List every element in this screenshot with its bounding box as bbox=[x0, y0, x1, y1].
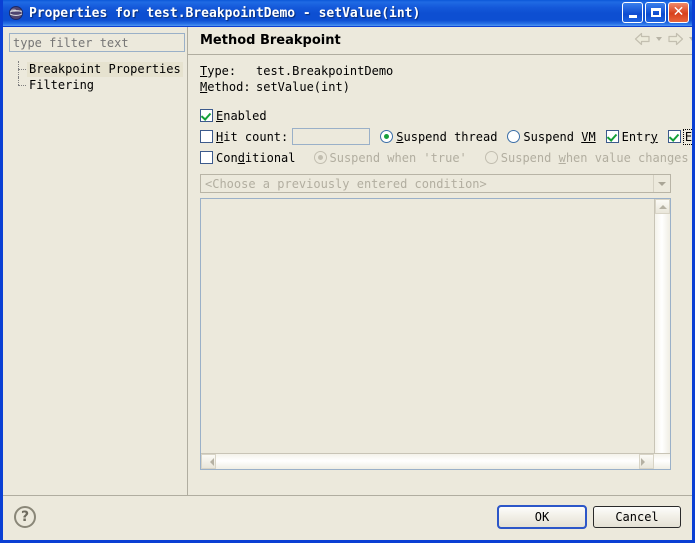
navigation-panel: Breakpoint Properties Filtering bbox=[3, 27, 188, 495]
page-body: Type: test.BreakpointDemo Method: setVal… bbox=[188, 55, 692, 470]
tree-item-filtering[interactable]: Filtering bbox=[9, 77, 182, 93]
conditional-row: Conditional Suspend when 'true' Suspend … bbox=[200, 147, 692, 168]
close-icon: ✕ bbox=[672, 4, 685, 20]
entry-checkbox[interactable] bbox=[605, 130, 619, 143]
forward-arrow-icon[interactable] bbox=[667, 32, 684, 46]
exit-checkbox[interactable] bbox=[667, 130, 681, 143]
condition-combo-value: <Choose a previously entered condition> bbox=[205, 176, 487, 191]
conditional-label: Conditional bbox=[216, 150, 296, 165]
enabled-checkbox[interactable] bbox=[200, 109, 213, 122]
dialog-footer: ? OK Cancel bbox=[3, 495, 692, 538]
suspend-when-true-label: Suspend when 'true' bbox=[329, 150, 467, 165]
footer-buttons: OK Cancel bbox=[497, 505, 681, 529]
conditional-checkbox[interactable] bbox=[200, 151, 213, 164]
scroll-left-icon[interactable] bbox=[201, 454, 216, 469]
close-button[interactable]: ✕ bbox=[668, 2, 689, 23]
minimize-icon bbox=[628, 14, 637, 18]
condition-editor[interactable] bbox=[200, 198, 671, 470]
tree-line bbox=[18, 69, 26, 71]
hit-count-row: Hit count: Suspend thread Suspend VM Ent… bbox=[200, 126, 692, 147]
suspend-thread-label: Suspend thread bbox=[396, 129, 498, 144]
minimize-button[interactable] bbox=[622, 2, 643, 23]
cancel-button[interactable]: Cancel bbox=[593, 506, 681, 528]
enabled-row: Enabled bbox=[200, 105, 692, 126]
suspend-vm-radio[interactable] bbox=[507, 130, 521, 143]
type-row: Type: test.BreakpointDemo bbox=[200, 64, 692, 80]
ok-button[interactable]: OK bbox=[497, 505, 587, 529]
settings-tree: Breakpoint Properties Filtering bbox=[9, 61, 183, 93]
dialog-content: Breakpoint Properties Filtering Method B… bbox=[3, 27, 692, 495]
tree-item-breakpoint-properties[interactable]: Breakpoint Properties bbox=[9, 61, 183, 77]
enabled-label: Enabled bbox=[216, 108, 267, 123]
page-nav-icons bbox=[634, 32, 692, 46]
tree-item-label: Filtering bbox=[29, 77, 95, 92]
entry-label: Entry bbox=[621, 129, 658, 144]
hit-count-checkbox[interactable] bbox=[200, 130, 213, 143]
help-icon[interactable]: ? bbox=[14, 506, 36, 528]
page-title: Method Breakpoint bbox=[200, 33, 341, 48]
suspend-when-value-changes-radio bbox=[484, 151, 498, 164]
settings-page: Method Breakpoint Type: test.BreakpointD… bbox=[188, 27, 692, 495]
hit-count-input[interactable] bbox=[292, 128, 371, 145]
hit-count-label: Hit count: bbox=[216, 129, 289, 144]
method-value: setValue(int) bbox=[256, 80, 350, 94]
back-arrow-icon[interactable] bbox=[634, 32, 651, 46]
scroll-up-icon[interactable] bbox=[655, 199, 670, 214]
scroll-right-icon[interactable] bbox=[639, 454, 654, 469]
tree-line bbox=[18, 85, 26, 87]
exit-label: Exit bbox=[682, 128, 692, 145]
method-label: Method: bbox=[200, 80, 251, 94]
properties-dialog: Properties for test.BreakpointDemo - set… bbox=[0, 0, 695, 543]
page-header: Method Breakpoint bbox=[188, 27, 692, 55]
tree-line bbox=[18, 77, 20, 85]
suspend-when-value-changes-label: Suspend when value changes bbox=[500, 150, 689, 165]
chevron-down-icon[interactable] bbox=[653, 175, 670, 192]
condition-combo[interactable]: <Choose a previously entered condition> bbox=[200, 174, 671, 193]
type-value: test.BreakpointDemo bbox=[256, 64, 394, 78]
back-dropdown-icon[interactable] bbox=[655, 37, 662, 41]
horizontal-scrollbar[interactable] bbox=[201, 453, 670, 469]
suspend-vm-label: Suspend VM bbox=[523, 129, 596, 144]
maximize-icon bbox=[650, 8, 661, 17]
method-row: Method: setValue(int) bbox=[200, 80, 692, 96]
filter-input[interactable] bbox=[9, 33, 185, 52]
globe-icon bbox=[8, 5, 24, 21]
tree-item-label: Breakpoint Properties bbox=[27, 61, 183, 77]
suspend-thread-radio[interactable] bbox=[380, 130, 394, 143]
window-title: Properties for test.BreakpointDemo - set… bbox=[29, 5, 421, 21]
type-label: Type: bbox=[200, 64, 237, 78]
window-controls: ✕ bbox=[622, 2, 689, 23]
maximize-button[interactable] bbox=[645, 2, 666, 23]
forward-dropdown-icon[interactable] bbox=[688, 37, 692, 41]
suspend-when-true-radio bbox=[313, 151, 327, 164]
title-bar[interactable]: Properties for test.BreakpointDemo - set… bbox=[3, 0, 692, 27]
vertical-scrollbar[interactable] bbox=[654, 199, 670, 469]
